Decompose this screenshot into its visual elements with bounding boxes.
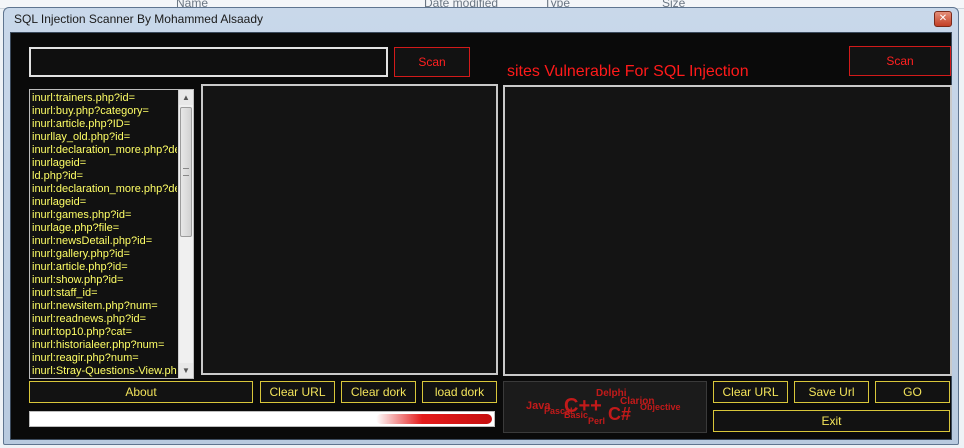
dork-list-item[interactable]: ld.php?id= — [32, 170, 177, 183]
scanner-window: SQL Injection Scanner By Mohammed Alsaad… — [3, 7, 959, 445]
dork-list-item[interactable]: inurlage.php?file= — [32, 222, 177, 235]
scan-progress-bar — [29, 411, 495, 427]
progress-fill — [376, 414, 492, 424]
dork-list-item[interactable]: inurl:staff_id= — [32, 287, 177, 300]
client-area: Scan sites Vulnerable For SQL Injection … — [10, 32, 952, 440]
grip-icon — [183, 168, 189, 176]
scan-dork-button[interactable]: Scan — [394, 47, 470, 77]
dork-list-item[interactable]: inurl:reagir.php?num= — [32, 352, 177, 365]
dork-list-item[interactable]: inurl:article.php?ID= — [32, 118, 177, 131]
found-urls-panel[interactable] — [201, 84, 498, 375]
dork-list-item[interactable]: inurl:trainers.php?id= — [32, 92, 177, 105]
dork-list-item[interactable]: inurl:newsDetail.php?id= — [32, 235, 177, 248]
scan-vulnerable-button[interactable]: Scan — [849, 46, 951, 76]
logo-cloud-word: Objective — [640, 402, 681, 412]
dork-list-item[interactable]: inurl:article.php?id= — [32, 261, 177, 274]
clear-dork-button[interactable]: Clear dork — [341, 381, 416, 403]
dork-items: inurl:trainers.php?id= inurl:buy.php?cate… — [32, 92, 177, 378]
save-url-button[interactable]: Save Url — [794, 381, 869, 403]
dork-list-scrollbar[interactable]: ▲ ▼ — [178, 90, 193, 378]
dork-list-item[interactable]: inurlageid= — [32, 196, 177, 209]
scroll-down-icon[interactable]: ▼ — [179, 363, 193, 378]
dork-list-item[interactable]: inurl:buy.php?category= — [32, 105, 177, 118]
vulnerable-sites-heading: sites Vulnerable For SQL Injection — [507, 63, 749, 80]
dork-list-item[interactable]: inurl:Stray-Questions-View.php — [32, 365, 177, 378]
window-title: SQL Injection Scanner By Mohammed Alsaad… — [14, 12, 264, 26]
dork-list-item[interactable]: inurl:top10.php?cat= — [32, 326, 177, 339]
dork-list-item[interactable]: inurl:gallery.php?id= — [32, 248, 177, 261]
load-dork-button[interactable]: load dork — [422, 381, 497, 403]
close-icon: ✕ — [938, 13, 948, 24]
scrollbar-thumb[interactable] — [180, 107, 192, 237]
search-query-input[interactable] — [29, 47, 388, 77]
dork-list-item[interactable]: inurl:show.php?id= — [32, 274, 177, 287]
logo-cloud-word: C# — [608, 404, 632, 424]
dork-list-item[interactable]: inurllay_old.php?id= — [32, 131, 177, 144]
dork-list-item[interactable]: inurlageid= — [32, 157, 177, 170]
logo-cloud-word: Perl — [588, 416, 606, 426]
title-bar[interactable]: SQL Injection Scanner By Mohammed Alsaad… — [4, 8, 958, 30]
scroll-up-icon[interactable]: ▲ — [179, 90, 193, 105]
languages-logo-cloud: Delphi Java C++ Clarion Basic C# Perl Objective… — [503, 381, 707, 433]
dork-list-item[interactable]: inurl:declaration_more.php?de — [32, 144, 177, 157]
clear-url-button-left[interactable]: Clear URL — [260, 381, 335, 403]
vulnerable-sites-panel[interactable] — [503, 85, 952, 376]
go-button[interactable]: GO — [875, 381, 950, 403]
dork-listbox[interactable]: inurl:trainers.php?id= inurl:buy.php?cate… — [29, 89, 194, 379]
dork-list-item[interactable]: inurl:newsitem.php?num= — [32, 300, 177, 313]
clear-url-button-right[interactable]: Clear URL — [713, 381, 788, 403]
logo-cloud-word: Pascal — [544, 406, 573, 416]
dork-list-item[interactable]: inurl:readnews.php?id= — [32, 313, 177, 326]
dork-list-item[interactable]: inurl:declaration_more.php?de — [32, 183, 177, 196]
exit-button[interactable]: Exit — [713, 410, 950, 432]
dork-list-item[interactable]: inurl:games.php?id= — [32, 209, 177, 222]
close-button[interactable]: ✕ — [934, 11, 952, 27]
about-button[interactable]: About — [29, 381, 253, 403]
dork-list-item[interactable]: inurl:historialeer.php?num= — [32, 339, 177, 352]
